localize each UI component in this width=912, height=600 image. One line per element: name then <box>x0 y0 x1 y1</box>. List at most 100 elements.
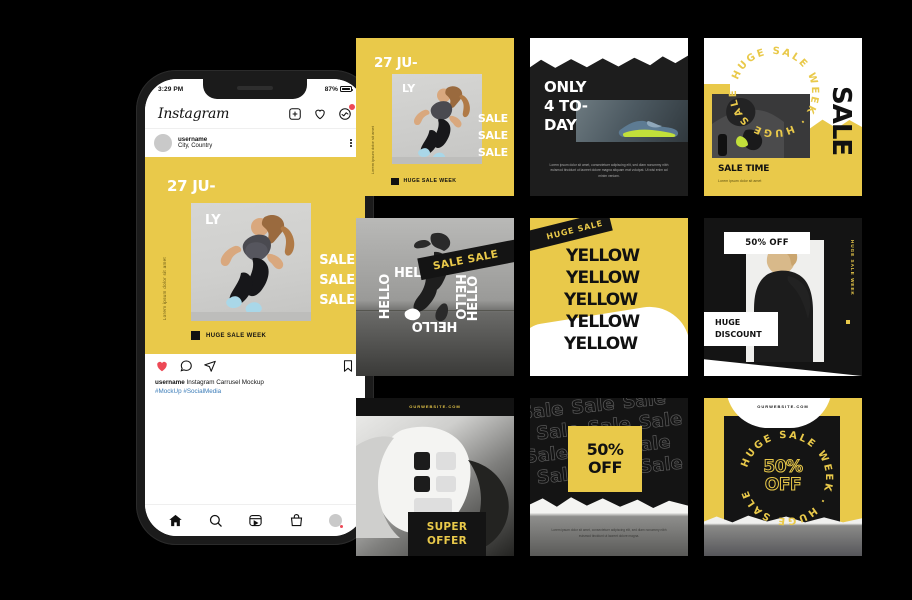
t1-ly: LY <box>402 82 416 95</box>
battery-percent: 87% <box>324 85 338 93</box>
svg-text:HUGE SALE WEEK · HUGE SALE WEE: HUGE SALE WEEK · HUGE SALE WEEK · <box>726 44 820 138</box>
comment-icon[interactable] <box>179 359 193 373</box>
t3-circular-text: HUGE SALE WEEK · HUGE SALE WEEK · <box>726 44 820 138</box>
t2-lorem: Lorem ipsum dolor sit amet, consectetuer… <box>549 162 669 179</box>
tile-8-50-off[interactable]: Sale Sale Sale Sale Sale Sale Sale Sale … <box>530 398 688 556</box>
post-actions <box>145 354 365 378</box>
t1-sale-3: SALE <box>477 146 508 159</box>
t8-lorem: Lorem ipsum dolor sit amet, consectetuer… <box>551 528 667 539</box>
bookmark-icon[interactable] <box>341 359 355 373</box>
t4-hello-2: HELLO <box>378 274 393 320</box>
t7-website-url: OURWEBSITE.COM <box>409 404 461 409</box>
post-username[interactable]: username <box>178 136 340 143</box>
post-header: username City, Country <box>145 129 365 157</box>
post-location[interactable]: City, Country <box>178 143 340 150</box>
t7-super-label: SUPER <box>426 521 468 533</box>
t6-discount-box: HUGE DISCOUNT <box>704 312 778 346</box>
tab-bar <box>145 504 365 536</box>
share-icon[interactable] <box>203 359 217 373</box>
t6-huge-label: HUGE <box>715 318 741 328</box>
caption-hashtags[interactable]: #MockUp #SocialMedia <box>155 387 355 396</box>
t8-percent-box: 50% OFF <box>568 426 642 492</box>
post-tag: HUGE SALE WEEK <box>191 331 266 340</box>
post-sale-2: SALE <box>319 273 355 288</box>
phone-notch <box>203 79 307 99</box>
tile-1-july-sale[interactable]: 27 JU- LY SALE SALE SALE Lorem ipsum dol… <box>356 38 514 196</box>
carousel-grid: 27 JU- LY SALE SALE SALE Lorem ipsum dol… <box>356 38 862 557</box>
t5-yellow-1: YELLOW <box>566 246 640 266</box>
t4-hello-5: HELLO <box>412 318 458 333</box>
messenger-icon[interactable] <box>338 102 356 121</box>
t3-subtitle: Lorem ipsum dolor sit amet <box>718 179 762 183</box>
post-options-icon[interactable] <box>346 138 356 148</box>
post-image: 27 JU- LY SALE SALE SALE Lorem ipsum dol… <box>145 157 365 354</box>
tile-4-hello-sale[interactable]: HELLO HELLO HELLO HELLO HELLO SALE SALE <box>356 218 514 376</box>
heart-icon[interactable] <box>313 107 327 121</box>
shop-icon[interactable] <box>289 513 304 528</box>
add-post-icon[interactable] <box>288 107 302 121</box>
t3-sale-vertical: SALE <box>826 86 856 156</box>
reels-icon[interactable] <box>248 513 263 528</box>
tile-9-huge-sale-week[interactable]: HUGE SALE WEEK · HUGE SALE WEEK · 50% OF… <box>704 398 862 556</box>
t1-date: 27 JU- <box>374 55 418 71</box>
t3-circle-text-path: HUGE SALE WEEK · HUGE SALE WEEK · <box>726 44 818 138</box>
status-time: 3:29 PM <box>158 85 184 93</box>
t5-yellow-4: YELLOW <box>566 312 640 332</box>
t9-website-url: OURWEBSITE.COM <box>757 404 809 409</box>
header-actions <box>288 102 356 121</box>
instagram-header: Instagram <box>145 99 365 129</box>
post-tag-label: HUGE SALE WEEK <box>206 332 267 339</box>
caption-line: username Instagram Carrusel Mockup <box>155 378 355 387</box>
post-date-text: 27 JU- <box>167 177 216 195</box>
t9-offer-text: 50% OFF <box>763 458 804 495</box>
t2-headline: ONLY 4 TO- DAY <box>544 78 588 135</box>
t2-shoe-illustration <box>618 120 679 137</box>
status-right: 87% <box>324 85 354 93</box>
t8-percent-label: 50% <box>586 440 624 460</box>
post-sale-1: SALE <box>319 253 355 268</box>
tile-2-only-4-today[interactable]: ONLY 4 TO- DAY Lorem ipsum dolor sit ame… <box>530 38 688 196</box>
t7-offer-box: SUPER OFFER <box>408 512 486 556</box>
t8-off-label: OFF <box>588 458 622 477</box>
phone-mockup: 3:29 PM 87% Instagram username City, Cou… <box>136 70 374 545</box>
t1-sale-2: SALE <box>477 129 508 142</box>
post-sale-3: SALE <box>319 293 355 308</box>
t7-offer-label: OFFER <box>426 535 468 547</box>
avatar[interactable] <box>154 134 172 152</box>
tile-5-yellow[interactable]: HUGE SALE YELLOW YELLOW YELLOW YELLOW YE… <box>530 218 688 376</box>
t5-yellow-3: YELLOW <box>564 290 638 310</box>
notification-badge <box>348 102 356 111</box>
t3-title: SALE TIME <box>718 164 770 174</box>
search-icon[interactable] <box>208 513 223 528</box>
caption-text: Instagram Carrusel Mockup <box>184 379 264 386</box>
t4-hello-3: HELLO <box>452 274 467 320</box>
t2-photo <box>576 100 688 142</box>
t1-sale-1: SALE <box>477 112 508 125</box>
post-vertical-text: Lorem ipsum dolor sit amet <box>162 256 167 320</box>
tag-square-icon <box>191 331 200 340</box>
like-icon[interactable] <box>155 359 169 373</box>
post-author: username City, Country <box>178 136 340 150</box>
profile-avatar-icon[interactable] <box>329 514 344 528</box>
tile-7-super-offer[interactable]: OURWEBSITE.COM SUPER OFFER <box>356 398 514 556</box>
tile-6-huge-discount[interactable]: 50% OFF HUGE DISCOUNT HUGE SALE WEEK <box>704 218 862 376</box>
home-icon[interactable] <box>168 513 183 528</box>
mockup-canvas: 3:29 PM 87% Instagram username City, Cou… <box>0 0 912 600</box>
t6-discount-label: DISCOUNT <box>715 330 762 339</box>
t8-pattern-word: Sale <box>638 452 684 478</box>
post-ly-text: LY <box>205 213 221 228</box>
t5-yellow-5: YELLOW <box>564 334 638 354</box>
caption-username[interactable]: username <box>155 379 185 386</box>
instagram-logo: Instagram <box>158 105 230 122</box>
t1-tag-square-icon <box>391 177 399 185</box>
t8-photo <box>530 497 688 556</box>
t5-yellow-2: YELLOW <box>566 268 640 288</box>
t1-tag-label: HUGE SALE WEEK <box>403 178 457 185</box>
t4-hello-4: HELLO <box>466 276 481 322</box>
tile-3-sale-time[interactable]: HUGE SALE WEEK · HUGE SALE WEEK · SALE S… <box>704 38 862 196</box>
battery-icon <box>340 86 354 92</box>
t9-off-label: OFF <box>764 475 802 495</box>
t6-percent-box: 50% OFF <box>724 232 810 254</box>
t2-torn-paper <box>530 38 688 68</box>
t1-vertical-text: Lorem ipsum dolor sit amet <box>370 125 375 174</box>
